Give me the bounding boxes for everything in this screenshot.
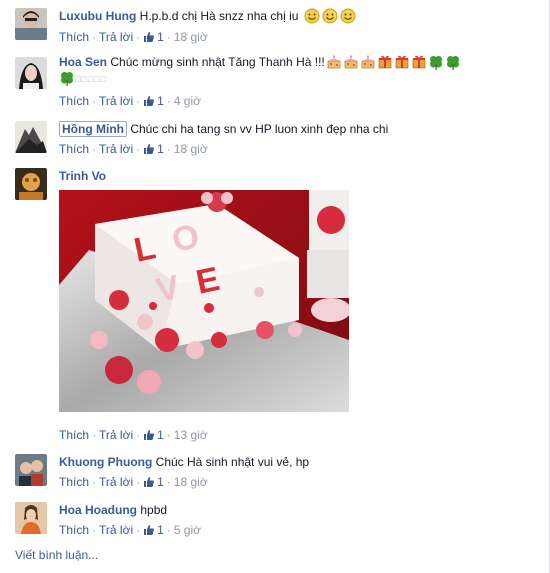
clover-icon xyxy=(428,54,444,70)
thumbs-up-icon xyxy=(144,430,155,440)
comment-body: Hoa Sen Chúc mừng sinh nhật Tăng Thanh H… xyxy=(59,54,539,87)
comment-item: Luxubu Hung H.p.b.d chị Hà snzz nha chị … xyxy=(15,8,545,48)
smile-icon xyxy=(340,8,356,28)
like-link[interactable]: Thích xyxy=(59,428,89,442)
reply-link[interactable]: Trả lời xyxy=(99,94,133,108)
avatar[interactable] xyxy=(15,502,47,534)
comment-author[interactable]: Hoa Sen xyxy=(59,55,107,69)
comment-item: Hoa Hoadung hpbd Thích · Trả lời · 1 · 5 giờ xyxy=(15,502,545,542)
reply-link[interactable]: Trả lời xyxy=(99,523,133,537)
like-count[interactable]: 1 xyxy=(143,30,164,44)
comment-body: Hoa Hoadung hpbd xyxy=(59,502,539,518)
like-count[interactable]: 1 xyxy=(143,428,164,442)
avatar[interactable] xyxy=(15,8,47,40)
like-count[interactable]: 1 xyxy=(143,142,164,156)
comment-item: Khuong Phuong Chúc Hà sinh nhật vui vẻ, … xyxy=(15,454,545,494)
comment-text: hpbd xyxy=(140,503,168,517)
comment-author[interactable]: Luxubu Hung xyxy=(59,9,136,23)
comment-author[interactable]: Trinh Vo xyxy=(59,169,106,183)
comment-body: Trinh Vo xyxy=(59,168,539,184)
like-link[interactable]: Thích xyxy=(59,94,89,108)
cake-icon xyxy=(343,54,359,70)
cake-icon xyxy=(360,54,376,70)
like-link[interactable]: Thích xyxy=(59,142,89,156)
like-count[interactable]: 1 xyxy=(143,523,164,537)
like-link[interactable]: Thích xyxy=(59,30,89,44)
gift-icon xyxy=(394,54,410,70)
thumbs-up-icon xyxy=(144,525,155,535)
comments-panel: Luxubu Hung H.p.b.d chị Hà snzz nha chị … xyxy=(0,0,550,573)
smile-icon xyxy=(322,8,338,28)
comment-text: Chúc Hà sinh nhật vui vẻ, hp xyxy=(155,455,310,469)
comment-actions: Thích · Trả lời · 1 · 13 giờ xyxy=(59,428,208,442)
comment-trailing-text: □□□□□ xyxy=(75,74,108,84)
like-count[interactable]: 1 xyxy=(143,94,164,108)
avatar[interactable] xyxy=(15,168,47,200)
cake-icon xyxy=(326,54,342,70)
comment-actions: Thích · Trả lời · 1 · 18 giờ xyxy=(59,475,208,489)
like-count-number: 1 xyxy=(157,428,164,442)
like-count-number: 1 xyxy=(157,523,164,537)
comment-author[interactable]: Khuong Phuong xyxy=(59,455,152,469)
avatar[interactable] xyxy=(15,57,47,89)
comment-time[interactable]: 13 giờ xyxy=(174,428,208,442)
reply-link[interactable]: Trả lời xyxy=(99,30,133,44)
comment-author[interactable]: Hồng Minh xyxy=(59,121,127,137)
like-count-number: 1 xyxy=(157,94,164,108)
smile-icon xyxy=(304,8,320,28)
comment-actions: Thích · Trả lời · 1 · 5 giờ xyxy=(59,523,202,537)
thumbs-up-icon xyxy=(144,32,155,42)
like-link[interactable]: Thích xyxy=(59,475,89,489)
comment-text: H.p.b.d chị Hà snzz nha chị iu xyxy=(139,9,299,23)
comment-item: Hoa Sen Chúc mừng sinh nhật Tăng Thanh H… xyxy=(15,54,545,112)
comment-time[interactable]: 4 giờ xyxy=(174,94,201,108)
comment-time[interactable]: 5 giờ xyxy=(174,523,201,537)
comment-body: Luxubu Hung H.p.b.d chị Hà snzz nha chị … xyxy=(59,8,539,28)
avatar[interactable] xyxy=(15,454,47,486)
like-count-number: 1 xyxy=(157,142,164,156)
love-cake-photo[interactable]: L O V E xyxy=(59,190,349,412)
thumbs-up-icon xyxy=(144,96,155,106)
like-count-number: 1 xyxy=(157,30,164,44)
clover-icon xyxy=(59,70,75,86)
comment-actions: Thích · Trả lời · 1 · 4 giờ xyxy=(59,94,202,108)
comment-time[interactable]: 18 giờ xyxy=(174,30,208,44)
comment-actions: Thích · Trả lời · 1 · 18 giờ xyxy=(59,30,208,44)
like-count-number: 1 xyxy=(157,475,164,489)
clover-icon xyxy=(445,54,461,70)
reply-link[interactable]: Trả lời xyxy=(99,142,133,156)
comment-author[interactable]: Hoa Hoadung xyxy=(59,503,137,517)
comment-time[interactable]: 18 giờ xyxy=(174,475,208,489)
comment-body: Khuong Phuong Chúc Hà sinh nhật vui vẻ, … xyxy=(59,454,539,470)
like-link[interactable]: Thích xyxy=(59,523,89,537)
reply-link[interactable]: Trả lời xyxy=(99,475,133,489)
comment-time[interactable]: 18 giờ xyxy=(174,142,208,156)
comment-body: Hồng Minh Chúc chi ha tang sn vv HP luon… xyxy=(59,121,539,137)
comment-item: Hồng Minh Chúc chi ha tang sn vv HP luon… xyxy=(15,121,545,161)
thumbs-up-icon xyxy=(144,144,155,154)
comment-actions: Thích · Trả lời · 1 · 18 giờ xyxy=(59,142,208,156)
comment-text: Chúc chi ha tang sn vv HP luon xinh đẹp … xyxy=(130,122,389,136)
comment-text: Chúc mừng sinh nhật Tăng Thanh Hà !!! xyxy=(110,55,325,69)
avatar[interactable] xyxy=(15,121,47,153)
thumbs-up-icon xyxy=(144,477,155,487)
gift-icon xyxy=(411,54,427,70)
gift-icon xyxy=(377,54,393,70)
write-comment-input[interactable]: Viết bình luận... xyxy=(15,548,98,562)
reply-link[interactable]: Trả lời xyxy=(99,428,133,442)
like-count[interactable]: 1 xyxy=(143,475,164,489)
